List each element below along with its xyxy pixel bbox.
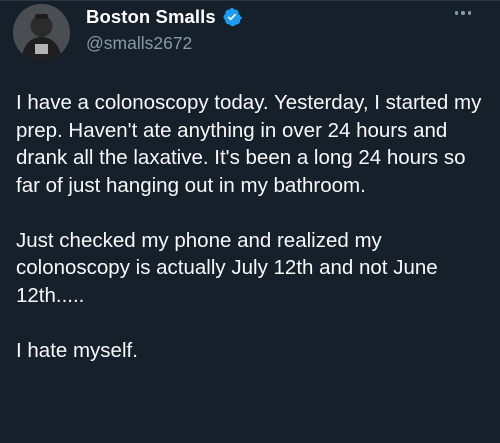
more-dot bbox=[454, 11, 459, 15]
more-options-icon[interactable] bbox=[448, 3, 478, 23]
tweet-text: I have a colonoscopy today. Yesterday, I… bbox=[16, 89, 486, 392]
more-dot bbox=[467, 11, 472, 15]
tweet-paragraph: I hate myself. bbox=[16, 338, 138, 362]
verified-badge-icon bbox=[222, 7, 242, 27]
more-dot bbox=[461, 11, 465, 15]
author-handle[interactable]: @smalls2672 bbox=[86, 33, 192, 54]
tweet-paragraph: Just checked my phone and realized my co… bbox=[16, 228, 438, 307]
author-display-name[interactable]: Boston Smalls bbox=[86, 6, 216, 28]
author-name-row[interactable]: Boston Smalls bbox=[86, 6, 242, 28]
avatar-image bbox=[13, 4, 70, 61]
tweet-paragraph: I have a colonoscopy today. Yesterday, I… bbox=[16, 91, 482, 197]
tweet-card: Boston Smalls @smalls2672 I have a colon… bbox=[0, 0, 500, 443]
avatar[interactable] bbox=[13, 4, 70, 61]
